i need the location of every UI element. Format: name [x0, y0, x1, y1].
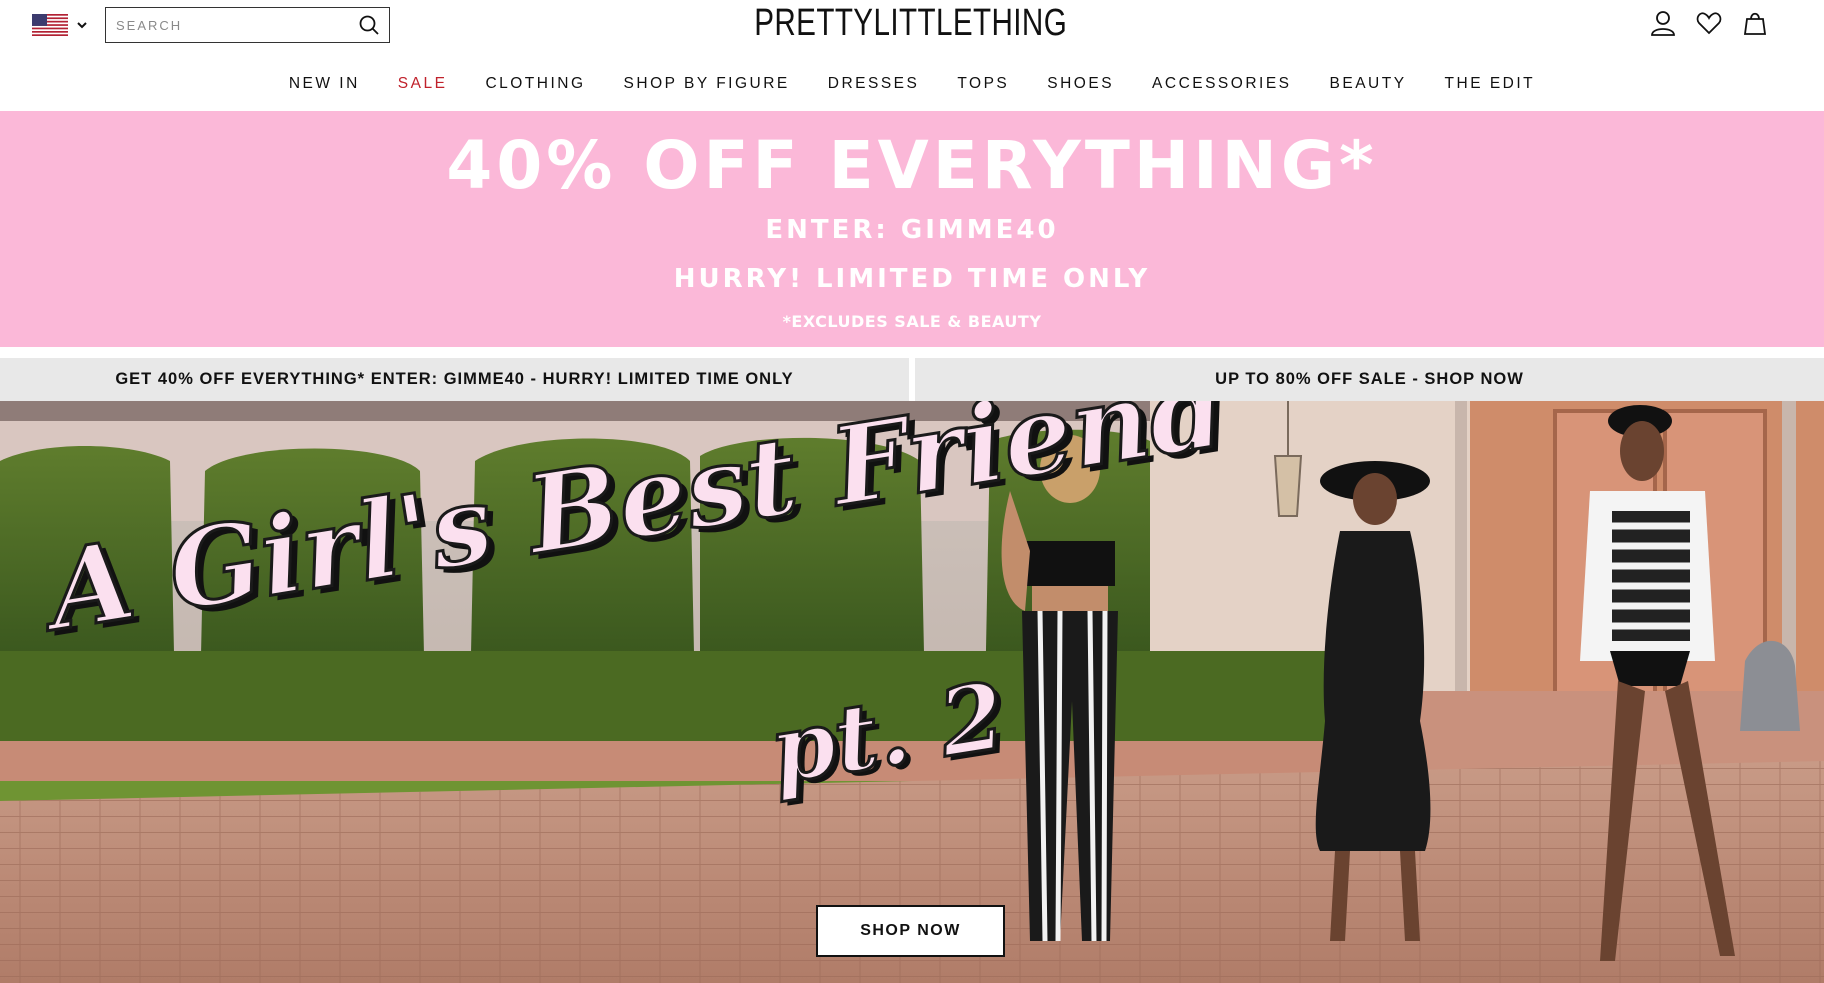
nav-item-the-edit[interactable]: THE EDIT: [1426, 75, 1555, 93]
main-nav: NEW IN SALE CLOTHING SHOP BY FIGURE DRES…: [0, 75, 1824, 93]
nav-item-new-in[interactable]: NEW IN: [270, 75, 379, 93]
locale-selector[interactable]: [32, 14, 88, 36]
header-actions: [1650, 10, 1768, 36]
search-box: [105, 7, 390, 43]
promo-exclusion: *EXCLUDES SALE & BEAUTY: [782, 312, 1042, 331]
brand-logo[interactable]: PRETTYLITTLETHING: [199, 2, 1622, 45]
promo-urgency: HURRY! LIMITED TIME ONLY: [673, 264, 1151, 294]
nav-item-clothing[interactable]: CLOTHING: [466, 75, 604, 93]
promo-strips: GET 40% OFF EVERYTHING* ENTER: GIMME40 -…: [0, 358, 1824, 401]
promo-banner[interactable]: 40% OFF EVERYTHING* ENTER: GIMME40 HURRY…: [0, 111, 1824, 347]
wishlist-heart-icon[interactable]: [1696, 10, 1722, 36]
nav-item-beauty[interactable]: BEAUTY: [1311, 75, 1426, 93]
nav-item-shoes[interactable]: SHOES: [1028, 75, 1133, 93]
us-flag-icon: [32, 14, 68, 36]
search-input[interactable]: [106, 8, 349, 42]
nav-item-shop-by-figure[interactable]: SHOP BY FIGURE: [605, 75, 809, 93]
shop-now-button[interactable]: SHOP NOW: [816, 905, 1005, 957]
shopping-bag-icon[interactable]: [1742, 10, 1768, 36]
promo-code-line: ENTER: GIMME40: [765, 215, 1059, 245]
hero-title-line2: pt. 2: [761, 660, 1013, 806]
nav-item-accessories[interactable]: ACCESSORIES: [1133, 75, 1310, 93]
promo-headline: 40% OFF EVERYTHING*: [446, 127, 1378, 204]
site-header: PRETTYLITTLETHING NEW IN SALE CLOTHING S…: [0, 0, 1824, 111]
account-icon[interactable]: [1650, 10, 1676, 36]
nav-item-dresses[interactable]: DRESSES: [809, 75, 939, 93]
chevron-down-icon: [77, 22, 87, 29]
hero-title: A Girl's Best Friend pt. 2: [39, 401, 1235, 829]
nav-item-sale[interactable]: SALE: [379, 75, 467, 93]
promo-strip-right[interactable]: UP TO 80% OFF SALE - SHOP NOW: [915, 358, 1824, 401]
nav-item-tops[interactable]: TOPS: [938, 75, 1028, 93]
search-icon[interactable]: [349, 8, 389, 42]
promo-strip-left[interactable]: GET 40% OFF EVERYTHING* ENTER: GIMME40 -…: [0, 358, 909, 401]
hero-banner[interactable]: A Girl's Best Friend pt. 2 SHOP NOW: [0, 401, 1824, 983]
